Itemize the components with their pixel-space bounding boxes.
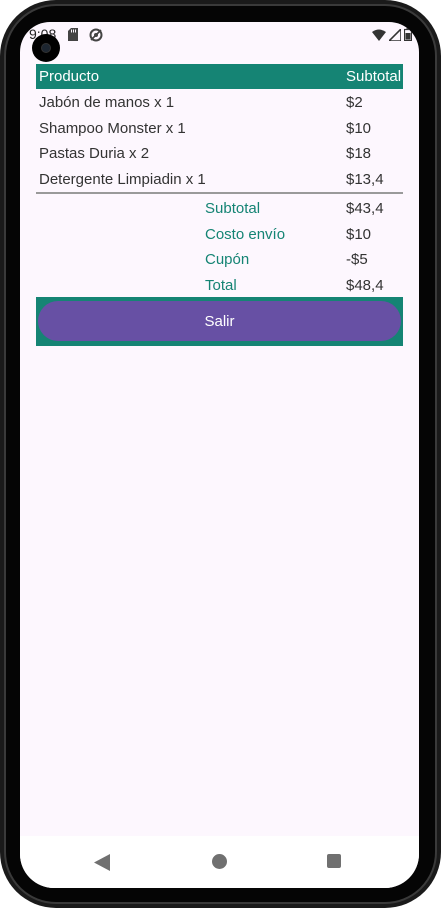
phone-frame: 9:08 <box>0 0 441 908</box>
summary-total-label: Total <box>205 276 237 294</box>
wifi-icon <box>372 29 386 41</box>
camera-cutout <box>32 34 60 62</box>
order-summary: Producto Subtotal Jabón de manos x 1 $2 … <box>36 64 403 346</box>
row-product: Jabón de manos x 1 <box>39 94 175 111</box>
summary-shipping-label: Costo envío <box>205 225 286 243</box>
signal-icon <box>389 28 401 41</box>
battery-icon <box>404 28 412 41</box>
row-product: Pastas Duria x 2 <box>39 145 150 162</box>
row-subtotal: $2 <box>346 94 363 111</box>
screen: 9:08 <box>20 22 419 888</box>
home-icon[interactable] <box>212 854 227 869</box>
summary-total-value: $48,4 <box>346 276 384 294</box>
button-band: Salir <box>36 297 403 346</box>
row-subtotal: $10 <box>346 119 372 137</box>
summary-total-row: Total $48,4 <box>36 271 403 297</box>
summary-coupon-label: Cupón <box>205 251 250 268</box>
summary-coupon-value: -$5 <box>346 251 368 268</box>
summary-shipping-value: $10 <box>346 225 372 243</box>
table-row: Jabón de manos x 1 $2 <box>36 89 403 115</box>
recents-icon[interactable] <box>327 854 341 868</box>
summary-subtotal-label: Subtotal <box>205 200 261 217</box>
back-icon[interactable] <box>94 854 110 871</box>
summary-subtotal-row: Subtotal $43,4 <box>36 194 403 220</box>
sd-card-icon <box>68 28 78 41</box>
status-right-icons <box>372 28 412 41</box>
header-product: Producto <box>39 68 100 85</box>
status-bar: 9:08 <box>20 22 419 62</box>
row-subtotal: $18 <box>346 145 372 162</box>
summary-shipping-row: Costo envío $10 <box>36 220 403 246</box>
sync-icon <box>89 28 103 42</box>
row-subtotal: $13,4 <box>346 170 384 188</box>
table-row: Shampoo Monster x 1 $10 <box>36 115 403 141</box>
row-product: Detergente Limpiadin x 1 <box>39 170 206 188</box>
table-row: Pastas Duria x 2 $18 <box>36 140 403 166</box>
header-subtotal: Subtotal <box>346 68 402 85</box>
table-row: Detergente Limpiadin x 1 $13,4 <box>36 166 403 192</box>
row-product: Shampoo Monster x 1 <box>39 119 186 137</box>
exit-button[interactable]: Salir <box>38 301 401 341</box>
summary-subtotal-value: $43,4 <box>346 200 384 217</box>
navigation-bar <box>20 836 419 888</box>
summary-coupon-row: Cupón -$5 <box>36 245 403 271</box>
table-header: Producto Subtotal <box>36 64 403 89</box>
